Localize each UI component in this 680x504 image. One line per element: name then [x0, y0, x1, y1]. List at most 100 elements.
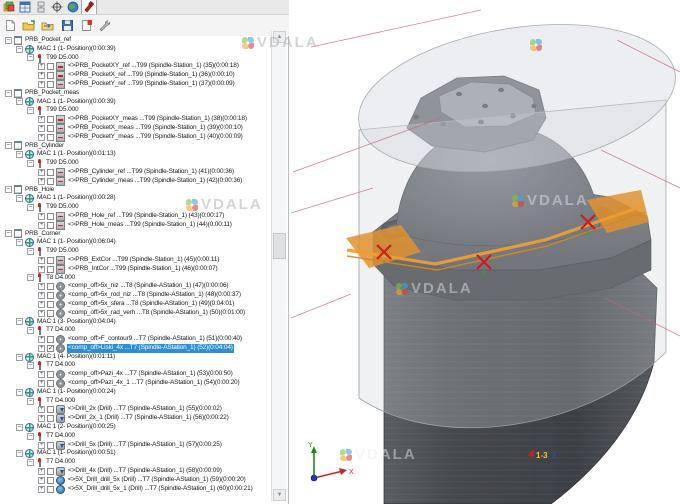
tree-row[interactable]: –PRB_Pocket_meas — [0, 89, 271, 98]
tree-row[interactable]: – T99 D5.000 — [0, 247, 271, 256]
expand-icon[interactable]: + — [38, 406, 45, 413]
tree-row[interactable]: + <>5X_Drill_drill_5x_1 (Drill) ...T7 (Sp… — [0, 485, 271, 494]
tree-row[interactable]: –MAC 1 (3- Position)(0:04:04) — [0, 318, 271, 327]
tree-row-label[interactable]: T8 D4.000 — [45, 274, 76, 283]
tree-row-label[interactable]: T7 D4.000 — [45, 397, 76, 406]
tree-row-label[interactable]: PRB_Pocket_meas — [24, 89, 80, 98]
tree-row-label[interactable]: MAC 1 (1- Position)(0:00:28) — [36, 194, 117, 203]
operation-checkbox[interactable] — [47, 257, 54, 264]
tree-row-label[interactable]: <>PRB_PocketY_meas ...T99 (Spindle-Stati… — [67, 133, 244, 142]
tree-row-label[interactable]: PRB_Corner — [24, 230, 61, 239]
operation-checkbox[interactable] — [47, 310, 54, 317]
expand-icon[interactable]: + — [38, 116, 45, 123]
tree-row-label[interactable]: <>5X_Drill_drill_5x_1 (Drill) ...T7 (Spi… — [67, 485, 254, 494]
new-doc-button[interactable] — [2, 18, 18, 34]
tree-row[interactable]: +<>PRB_PocketX_meas ...T99 (Spindle-Stat… — [0, 124, 271, 133]
collapse-icon[interactable]: – — [16, 151, 23, 158]
collapse-icon[interactable]: – — [16, 389, 23, 396]
expand-icon[interactable]: + — [38, 442, 45, 449]
tree-row-label[interactable]: T7 D4.000 — [45, 361, 76, 370]
collapse-icon[interactable]: – — [5, 142, 12, 149]
collapse-icon[interactable]: – — [27, 459, 34, 466]
tree-row[interactable]: +<>Drill_2x_1 (Drill) ...T7 (Spindle-ASt… — [0, 414, 271, 423]
tree-row-label[interactable]: <>Drill_2x (Drill) ...T7 (Spindle-AStati… — [67, 405, 223, 414]
tree-row-label[interactable]: MAC 1 (3- Position)(0:04:04) — [36, 318, 117, 327]
tree-row[interactable]: –MAC 1 (1- Position)(0:06:04) — [0, 238, 271, 247]
tree-row[interactable]: –T7 D4.000 — [0, 326, 271, 335]
operation-checkbox[interactable]: ✓ — [47, 345, 54, 352]
expand-icon[interactable]: + — [38, 81, 45, 88]
collapse-icon[interactable]: – — [27, 274, 34, 281]
tree-row-label[interactable]: <>PRB_Hole_ref ...T99 (Spindle-Station_1… — [67, 212, 225, 221]
tree-row-label[interactable]: <>PRB_IntCor ...T99 (Spindle-Station_1) … — [67, 265, 219, 274]
tree-row[interactable]: – T8 D4.000 — [0, 274, 271, 283]
tab-cam-tool[interactable] — [81, 0, 97, 14]
collapse-icon[interactable]: – — [27, 433, 34, 440]
collapse-icon[interactable]: – — [27, 248, 34, 255]
collapse-icon[interactable]: – — [5, 37, 12, 44]
operation-checkbox[interactable] — [47, 486, 54, 493]
tree-row-label[interactable]: T7 D4.000 — [45, 432, 76, 441]
operation-checkbox[interactable] — [47, 477, 54, 484]
tree-row[interactable]: +<>PRB_Cylinder_ref ...T99 (Spindle-Stat… — [0, 168, 271, 177]
operation-checkbox[interactable] — [47, 63, 54, 70]
tree-row-label[interactable]: MAC 1 (1- Position)(0:00:51) — [36, 449, 117, 458]
expand-icon[interactable]: + — [38, 213, 45, 220]
expand-icon[interactable]: + — [38, 415, 45, 422]
tree-row-label[interactable]: PRB_Cylinder — [24, 142, 65, 151]
tree-row-label[interactable]: MAC 1 (4- Position)(0:01:11) — [36, 353, 116, 362]
collapse-icon[interactable]: – — [16, 450, 23, 457]
tree-scrollbar[interactable]: ▲ ▼ — [271, 31, 286, 501]
tree-row-label[interactable]: T99 D5.000 — [45, 159, 79, 168]
expand-icon[interactable]: + — [38, 222, 45, 229]
tree-row[interactable]: +<>PRB_PocketY_meas ...T99 (Spindle-Stat… — [0, 133, 271, 142]
tree-row[interactable]: – MAC 1 (1- Position)(0:00:39) — [0, 98, 271, 107]
tree-row[interactable]: –T7 D4.000 — [0, 361, 271, 370]
collapse-icon[interactable]: – — [27, 398, 34, 405]
tree-row[interactable]: –T99 D5.000 — [0, 54, 271, 63]
settings-button[interactable] — [97, 18, 113, 34]
operation-checkbox[interactable] — [47, 134, 54, 141]
tree-row-label[interactable]: T99 D5.000 — [45, 247, 79, 256]
tree-row[interactable]: + <>Drill_2x (Drill) ...T7 (Spindle-AStat… — [0, 405, 271, 414]
tree-row[interactable]: –T99 D5.000 — [0, 106, 271, 115]
collapse-icon[interactable]: – — [16, 98, 23, 105]
tree-row-label[interactable]: <comp_off>5x_niz ...T8 (Spindle-AStation… — [67, 282, 229, 291]
operation-checkbox[interactable] — [47, 292, 54, 299]
expand-icon[interactable]: + — [38, 486, 45, 493]
operation-checkbox[interactable] — [47, 406, 54, 413]
tree-row[interactable]: +<comp_off>F_contour9 ...T7 (Spindle-ASt… — [0, 335, 271, 344]
tree-row-label[interactable]: <>PRB_PocketXY_ref ...T99 (Spindle-Stati… — [67, 62, 240, 71]
tab-link[interactable] — [33, 0, 49, 14]
operation-checkbox[interactable] — [47, 468, 54, 475]
tree-row[interactable]: +<>Drill_5x (Drill) ...T7 (Spindle-AStat… — [0, 441, 271, 450]
tree-row[interactable]: – MAC 1 (1- Position)(0:00:24) — [0, 388, 271, 397]
tree-row[interactable]: –MAC 1 (4- Position)(0:01:11) — [0, 353, 271, 362]
operation-checkbox[interactable] — [47, 442, 54, 449]
expand-icon[interactable]: + — [38, 292, 45, 299]
operation-checkbox[interactable] — [47, 380, 54, 387]
tree-row-label[interactable]: MAC 1 (1- Position)(0:00:39) — [36, 98, 117, 107]
tree-row-label[interactable]: <>PRB_PocketY_ref ...T99 (Spindle-Statio… — [67, 80, 236, 89]
tree-row[interactable]: – MAC 1 (1- Position)(0:00:51) — [0, 449, 271, 458]
tree-row-label[interactable]: <>PRB_Cylinder_meas ...T99 (Spindle-Stat… — [67, 177, 243, 186]
tree-row[interactable]: –T7 D4.000 — [0, 458, 271, 467]
tree-row[interactable]: +<>PRB_IntCor ...T99 (Spindle-Station_1)… — [0, 265, 271, 274]
tree-row[interactable]: – PRB_Hole — [0, 186, 271, 195]
tree-row-label[interactable]: MAC 1 (1- Position)(0:00:39) — [36, 45, 117, 54]
collapse-icon[interactable]: – — [27, 160, 34, 167]
tree-row[interactable]: +<comp_off>5x_rod_niz ...T8 (Spindle-ASt… — [0, 291, 271, 300]
tree-row-label[interactable]: PRB_Hole — [24, 186, 55, 195]
tree-row-label[interactable]: T7 D4.000 — [45, 326, 76, 335]
collapse-icon[interactable]: – — [16, 424, 23, 431]
tree-row[interactable]: –MAC 1 (2- Position)(0:00:25) — [0, 423, 271, 432]
tree-row[interactable]: +<>PRB_PocketXY_ref ...T99 (Spindle-Stat… — [0, 62, 271, 71]
collapse-icon[interactable]: – — [5, 186, 12, 193]
tree-row[interactable]: – T7 D4.000 — [0, 432, 271, 441]
tree-row-label[interactable]: T99 D5.000 — [45, 54, 79, 63]
tree-row-label[interactable]: <>PRB_Hole_meas ...T99 (Spindle-Station_… — [67, 221, 233, 230]
tree-row-label[interactable]: MAC 1 (1- Position)(0:00:24) — [36, 388, 117, 397]
tree-row-label[interactable]: MAC 1 (1- Position)(0:01:13) — [36, 150, 117, 159]
tree-row[interactable]: +<comp_off>5x_niz ...T8 (Spindle-AStatio… — [0, 282, 271, 291]
collapse-icon[interactable]: – — [16, 195, 23, 202]
